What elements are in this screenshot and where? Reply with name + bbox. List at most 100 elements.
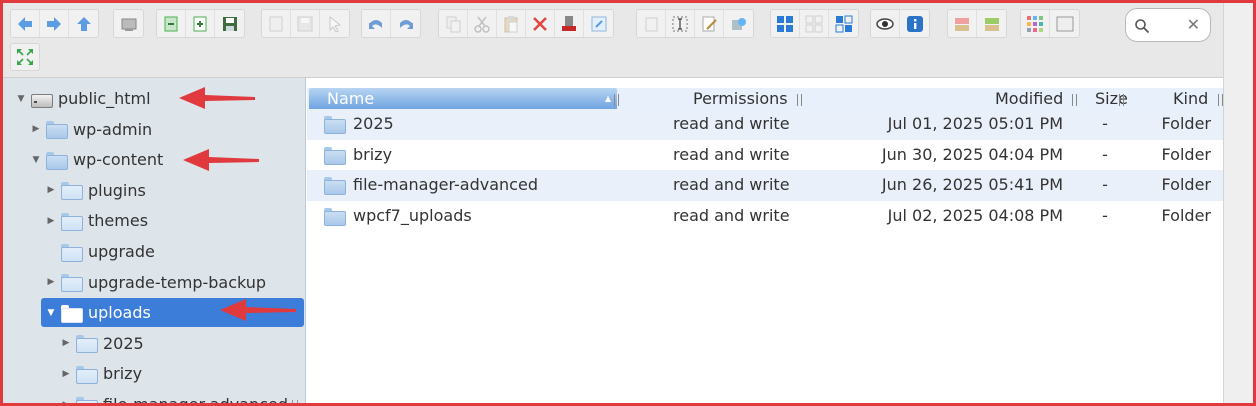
permissions-column-header[interactable]: Permissions xyxy=(693,89,788,108)
expand-arrow-icon[interactable]: ▶ xyxy=(45,216,57,226)
folder-icon xyxy=(324,116,346,134)
tree-item[interactable]: ▶ upgrade-temp-backup xyxy=(3,268,303,297)
home-icon xyxy=(121,18,136,31)
list-view-button[interactable] xyxy=(829,10,858,37)
tree-item-label: upgrade xyxy=(88,242,155,261)
name-column-header[interactable]: Name ▲ xyxy=(309,88,617,110)
reload-button[interactable] xyxy=(157,10,186,37)
scrollbar-gutter xyxy=(1223,3,1253,403)
file-row[interactable]: brizy read and write Jun 30, 2025 04:04 PM… xyxy=(307,140,1223,171)
duplicate-button[interactable] xyxy=(637,10,666,37)
grid-view-button[interactable] xyxy=(771,10,800,37)
tree-item[interactable]: ▼ public_html xyxy=(3,84,303,113)
spell-button[interactable] xyxy=(1050,10,1079,37)
tree-item[interactable]: ▶ wp-admin xyxy=(3,115,303,144)
empty-icon xyxy=(562,15,576,31)
modified-cell: Jun 30, 2025 04:04 PM xyxy=(881,144,1063,164)
kind-cell: Folder xyxy=(1161,114,1211,133)
column-resize-handle[interactable] xyxy=(1218,94,1223,106)
thumbs-button[interactable] xyxy=(800,10,829,37)
tree-resize-handle[interactable] xyxy=(292,400,298,403)
unarchive-icon xyxy=(984,17,999,31)
extract-button[interactable] xyxy=(724,10,753,37)
file-row[interactable]: file-manager-advanced read and write Jun 2… xyxy=(307,170,1223,202)
back-button[interactable] xyxy=(11,10,40,37)
folder-tree: ▼ public_html ▶ wp-admin ▼ wp-content ▶ plugins… xyxy=(3,78,306,406)
unarchive-button[interactable] xyxy=(977,10,1006,37)
tree-item-label: file-manager-advanced xyxy=(103,395,288,406)
rename-button[interactable] xyxy=(666,10,695,37)
new-file-icon xyxy=(193,16,207,31)
expand-arrow-icon[interactable]: ▶ xyxy=(60,338,72,348)
cut-button[interactable] xyxy=(468,10,497,37)
column-resize-handle[interactable] xyxy=(797,94,802,106)
kind-column-header[interactable]: Kind xyxy=(1173,89,1208,108)
tree-item[interactable]: ▶ plugins xyxy=(3,176,303,205)
tree-item[interactable]: ▶ 2025 xyxy=(3,329,303,358)
tree-item[interactable]: ▶ brizy xyxy=(3,359,303,388)
fullscreen-icon xyxy=(17,49,33,65)
file-row[interactable]: wpcf7_uploads read and write Jul 02, 2025 … xyxy=(307,201,1223,232)
rename-icon xyxy=(672,16,688,31)
disk-icon xyxy=(297,16,313,31)
info-button[interactable] xyxy=(900,10,929,37)
kind-cell: Folder xyxy=(1161,144,1211,164)
new-file-button[interactable] xyxy=(186,10,215,37)
column-resize-handle[interactable] xyxy=(614,94,619,106)
column-resize-handle[interactable] xyxy=(1072,94,1077,106)
folder-icon xyxy=(61,182,83,201)
expand-arrow-icon[interactable]: ▶ xyxy=(30,124,42,134)
tree-item[interactable]: ▶ file-manager-advanced xyxy=(3,390,303,406)
home-button[interactable] xyxy=(114,10,143,37)
resize-button[interactable] xyxy=(584,10,613,37)
collapse-arrow-icon[interactable]: ▼ xyxy=(45,308,57,318)
search-box[interactable]: ✕ xyxy=(1125,8,1211,42)
file-row[interactable]: 2025 read and write Jul 01, 2025 05:01 PM -… xyxy=(307,109,1223,140)
copy-doc-button[interactable] xyxy=(262,10,291,37)
paste-button[interactable] xyxy=(497,10,526,37)
save-button[interactable] xyxy=(215,10,244,37)
column-resize-handle[interactable] xyxy=(1119,94,1124,106)
folder-icon xyxy=(76,335,98,354)
expand-arrow-icon[interactable]: ▶ xyxy=(60,400,72,404)
search-icon xyxy=(1135,19,1150,34)
edit-button[interactable] xyxy=(695,10,724,37)
delete-button[interactable] xyxy=(526,10,555,37)
undo-button[interactable] xyxy=(362,10,391,37)
annotation-arrow xyxy=(183,149,259,171)
tree-item-label: uploads xyxy=(88,303,151,323)
clear-search-icon[interactable]: ✕ xyxy=(1187,15,1200,34)
extract-icon xyxy=(731,17,746,30)
preview-button[interactable] xyxy=(871,10,900,37)
expand-arrow-icon[interactable]: ▶ xyxy=(45,277,57,287)
collapse-arrow-icon[interactable]: ▼ xyxy=(15,94,27,104)
toolbar-group xyxy=(770,9,859,38)
up-button[interactable] xyxy=(69,10,98,37)
modified-column-header[interactable]: Modified xyxy=(995,89,1063,108)
redo-button[interactable] xyxy=(391,10,420,37)
tree-item-label: themes xyxy=(88,211,149,231)
archive-button[interactable] xyxy=(948,10,977,37)
expand-arrow-icon[interactable]: ▶ xyxy=(45,185,57,195)
spell-icon xyxy=(1056,16,1073,31)
delete-icon xyxy=(533,16,547,31)
disk-button[interactable] xyxy=(291,10,320,37)
size-cell: - xyxy=(1102,175,1108,195)
kind-cell: Folder xyxy=(1161,205,1211,225)
modified-cell: Jun 26, 2025 05:41 PM xyxy=(881,175,1063,195)
fullscreen-button[interactable] xyxy=(10,43,40,71)
empty-button[interactable] xyxy=(555,10,584,37)
toolbar-group xyxy=(361,9,421,38)
icons-view-button[interactable] xyxy=(1021,10,1050,37)
preview-icon xyxy=(876,17,894,30)
expand-arrow-icon[interactable]: ▶ xyxy=(60,369,72,379)
tree-item[interactable]: upgrade xyxy=(3,237,303,266)
forward-button[interactable] xyxy=(40,10,69,37)
folder-icon xyxy=(61,304,83,323)
select-button[interactable] xyxy=(320,10,349,37)
toolbar-group xyxy=(636,9,754,38)
forward-icon xyxy=(47,16,61,31)
copy-button[interactable] xyxy=(439,10,468,37)
tree-item[interactable]: ▶ themes xyxy=(3,206,303,235)
collapse-arrow-icon[interactable]: ▼ xyxy=(30,155,42,165)
